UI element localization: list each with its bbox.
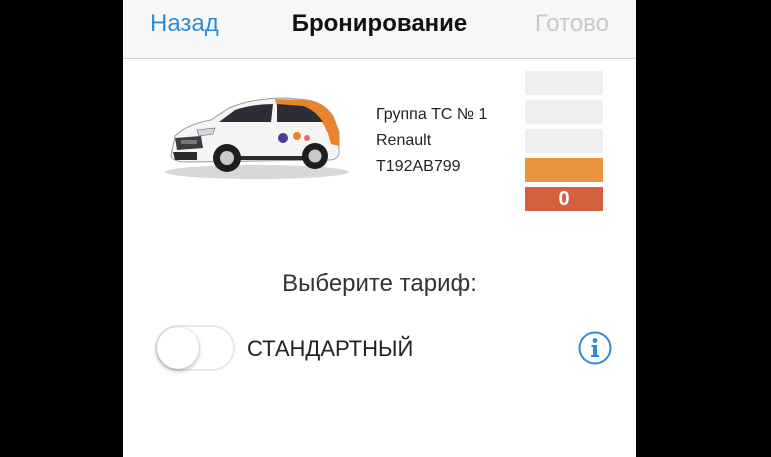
car-plate: Т192АВ799 <box>376 158 461 175</box>
status-indicator-2 <box>525 100 603 124</box>
status-indicator-1 <box>525 71 603 95</box>
car-info: Группа ТС № 1 Renault Т192АВ799 <box>376 104 487 182</box>
info-icon[interactable] <box>578 331 612 365</box>
tariff-option-standard: СТАНДАРТНЫЙ <box>155 320 615 376</box>
car-brand: Renault <box>376 132 432 149</box>
status-indicator-orange <box>525 158 603 182</box>
tariff-toggle[interactable] <box>155 325 235 371</box>
done-button[interactable]: Готово <box>535 10 609 38</box>
toggle-knob <box>157 327 199 369</box>
status-indicators: 0 <box>525 71 603 216</box>
booking-screen: Назад Бронирование Готово Группа ТС № 1 … <box>123 0 636 457</box>
car-image <box>157 86 353 186</box>
status-indicator-3 <box>525 129 603 153</box>
tariff-heading: Выберите тариф: <box>282 270 477 297</box>
navigation-bar: Назад Бронирование Готово <box>123 0 636 59</box>
tariff-option-label: СТАНДАРТНЫЙ <box>247 336 414 361</box>
status-count-badge: 0 <box>525 187 603 211</box>
car-group: Группа ТС № 1 <box>376 106 488 123</box>
